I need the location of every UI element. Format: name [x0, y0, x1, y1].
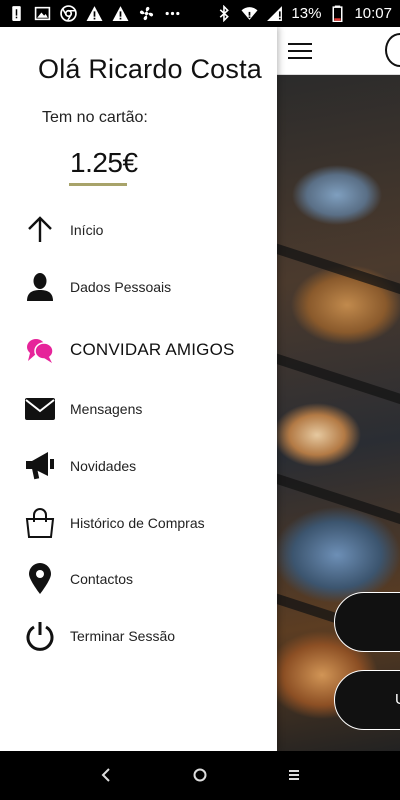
bluetooth-icon	[216, 5, 233, 22]
wifi-icon	[241, 5, 258, 22]
menu-item-label: Dados Pessoais	[70, 279, 172, 295]
menu-item-contactos[interactable]: Contactos	[0, 554, 277, 604]
back-icon[interactable]	[94, 763, 118, 787]
signal-icon	[266, 5, 283, 22]
clock: 10:07	[354, 5, 392, 22]
card-balance: 1.25€	[70, 147, 138, 178]
battery-percentage: 13%	[291, 5, 322, 22]
user-greeting: Olá Ricardo Costa	[38, 54, 262, 84]
menu-item-label: Terminar Sessão	[70, 628, 176, 644]
menu-item-inicio[interactable]: Início	[0, 205, 277, 255]
system-navigation-bar	[0, 751, 400, 800]
menu-item-terminar-sessao[interactable]: Terminar Sessão	[0, 611, 277, 661]
menu-item-convidar-amigos[interactable]: CONVIDAR AMIGOS	[0, 325, 277, 375]
shopping-bag-icon	[24, 507, 56, 539]
menu-item-mensagens[interactable]: Mensagens	[0, 384, 277, 434]
app-action-button-label: U	[395, 691, 400, 708]
chrome-icon	[60, 5, 77, 22]
status-bar: 13% 10:07	[0, 0, 400, 27]
menu-item-historico-compras[interactable]: Histórico de Compras	[0, 498, 277, 548]
fan-icon	[138, 5, 155, 22]
app-action-button[interactable]	[334, 592, 400, 652]
battery-icon	[329, 5, 346, 22]
menu-item-label: Início	[70, 222, 104, 238]
person-icon	[24, 271, 56, 303]
megaphone-icon	[24, 450, 56, 482]
warning-icon	[112, 5, 129, 22]
envelope-icon	[24, 393, 56, 425]
app-toolbar	[277, 27, 400, 75]
menu-item-dados-pessoais[interactable]: Dados Pessoais	[0, 262, 277, 312]
hamburger-icon[interactable]	[288, 43, 312, 61]
arrow-up-icon	[24, 214, 56, 246]
home-icon[interactable]	[188, 763, 212, 787]
app-logo	[385, 33, 400, 67]
menu-item-novidades[interactable]: Novidades	[0, 441, 277, 491]
menu-item-label: Mensagens	[70, 401, 143, 417]
menu-item-label: Contactos	[70, 571, 134, 587]
image-icon	[34, 5, 51, 22]
warning-icon	[86, 5, 103, 22]
more-icon	[164, 5, 181, 22]
card-balance-label: Tem no cartão:	[42, 109, 148, 126]
app-action-button[interactable]: U	[334, 670, 400, 730]
menu-item-label: CONVIDAR AMIGOS	[70, 340, 235, 359]
chat-bubbles-icon	[24, 334, 56, 366]
menu-item-label: Novidades	[70, 458, 137, 474]
power-icon	[24, 620, 56, 652]
balance-underline	[69, 183, 127, 186]
navigation-drawer: Olá Ricardo Costa Tem no cartão: 1.25€ I…	[0, 27, 277, 751]
recents-icon[interactable]	[282, 763, 306, 787]
menu-item-label: Histórico de Compras	[70, 515, 205, 531]
background-app: U	[277, 27, 400, 751]
location-pin-icon	[24, 563, 56, 595]
sim-alert-icon	[8, 5, 25, 22]
